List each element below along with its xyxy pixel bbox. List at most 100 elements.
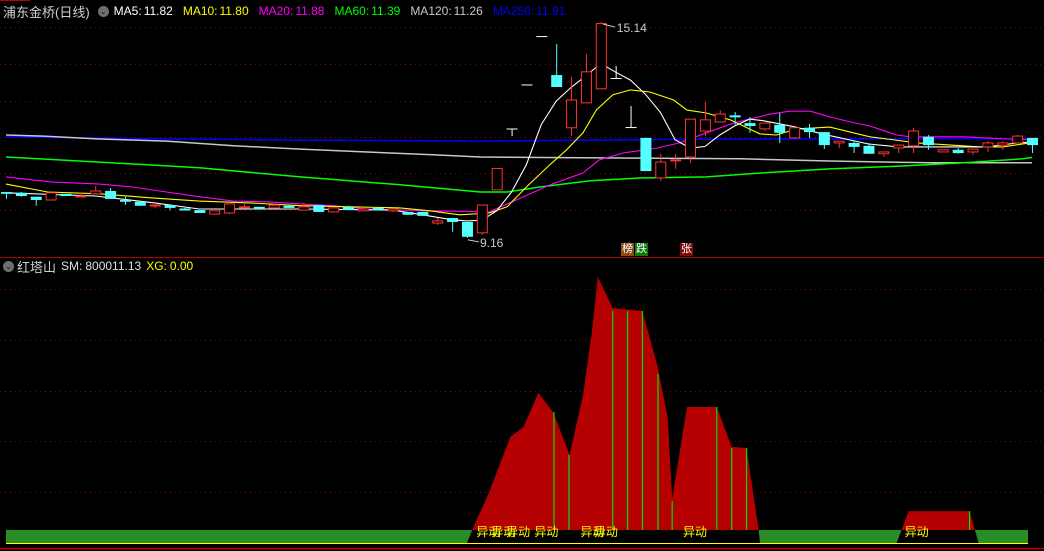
candle-body (194, 210, 206, 213)
candle (566, 76, 578, 137)
candle (357, 208, 369, 212)
candle (134, 201, 146, 206)
candle-body (685, 118, 697, 158)
ma-legend-item: MA5: 11.82 (114, 4, 178, 18)
ma-legend-item: MA120: 11.26 (410, 4, 488, 18)
candle (789, 127, 801, 139)
candle-body (15, 192, 27, 196)
stock-title: 浦东金桥(日线) (3, 4, 90, 20)
ma-value: 11.80 (219, 4, 249, 18)
candle (432, 218, 444, 225)
candle (45, 192, 57, 201)
candle (461, 221, 473, 238)
candle-body (1, 192, 12, 194)
candle-body (209, 210, 221, 215)
candle (417, 211, 429, 216)
candle (90, 185, 102, 195)
candle (937, 149, 949, 153)
candle (1012, 134, 1024, 144)
high-price-label: 15.14 (617, 21, 647, 35)
candle (803, 123, 815, 138)
ma-legend-item: MA10: 11.80 (183, 4, 254, 18)
candle (60, 193, 72, 196)
ma-label: MA5: (113, 4, 142, 18)
candle (997, 141, 1009, 150)
tag-bang[interactable]: 榜 (621, 243, 634, 256)
ma-label: MA250: (492, 4, 535, 18)
candle (402, 211, 414, 215)
xg-label: XG: 0.00 (146, 259, 198, 273)
tag-zhang[interactable]: 张 (680, 243, 693, 256)
candle-body (566, 99, 578, 129)
candle (253, 206, 265, 209)
candle (105, 188, 117, 199)
candle-body (387, 208, 399, 212)
anomaly-label: 异动 (506, 525, 530, 539)
candle-body (922, 136, 934, 146)
candle (476, 204, 488, 235)
candle (119, 196, 131, 206)
candle-body (134, 201, 146, 206)
candle-body (268, 204, 280, 209)
candle (328, 207, 340, 213)
indicator-header: ⌄ 红塔山 SM: 800011.13 XG: 0.00 (0, 258, 203, 275)
candle (447, 218, 459, 232)
candle-body (997, 142, 1009, 146)
candle-body (967, 148, 979, 153)
candle-body (328, 207, 340, 213)
candle-body (640, 137, 652, 172)
ma-value: 11.26 (453, 4, 483, 18)
candle-body (952, 149, 964, 154)
candle-body (491, 168, 503, 191)
candle-body (224, 203, 236, 214)
candle-body (848, 142, 860, 147)
candle (387, 208, 399, 212)
candle (952, 147, 964, 154)
sm-label-text: SM: (61, 259, 83, 273)
candle (238, 203, 250, 209)
ma-legend-item: MA20: 11.88 (259, 4, 330, 18)
candle-body (551, 75, 563, 87)
candle (580, 53, 592, 104)
candle (1, 192, 12, 199)
candle (699, 102, 711, 137)
candle (506, 128, 518, 137)
candle (491, 168, 503, 191)
candle-body (253, 206, 265, 209)
candle-body (878, 151, 890, 155)
candle-body (803, 127, 815, 133)
candle-body (476, 204, 488, 234)
anomaly-label: 异动 (683, 525, 707, 539)
candle-body (105, 190, 117, 199)
candle (209, 210, 221, 215)
candle-body (1027, 137, 1039, 146)
candle (30, 196, 42, 206)
chevron-down-icon[interactable]: ⌄ (97, 5, 109, 17)
candle-body (164, 205, 176, 208)
candle (224, 203, 236, 215)
candle-body (461, 221, 473, 237)
kline-chart[interactable]: 15.14 9.16 (0, 0, 1044, 258)
ma-label: MA20: (258, 4, 294, 18)
candle (893, 144, 905, 154)
tag-die[interactable]: 跌 (635, 243, 648, 256)
candle-body (595, 22, 607, 90)
candle (595, 22, 607, 90)
anomaly-label: 异动 (905, 525, 929, 539)
chevron-down-icon[interactable]: ⌄ (3, 260, 14, 272)
sm-area (467, 276, 760, 543)
candle-body (357, 208, 369, 212)
ma-line-ma10 (5, 89, 1033, 216)
candle (640, 137, 652, 172)
indicator-chart[interactable]: 异动异动异动 异动 异动异动 异动 异动 (0, 258, 1044, 551)
xg-label-text: XG: (146, 259, 167, 273)
candle (729, 111, 741, 125)
ma-legend-item: MA250: 11.91 (493, 4, 571, 18)
candle-body (432, 220, 444, 224)
anomaly-label: 异动 (594, 525, 618, 539)
candle-body (937, 149, 949, 153)
candle (536, 36, 548, 38)
candle (967, 148, 979, 155)
candle-body (818, 132, 830, 146)
ma-legend-item: MA60: 11.39 (334, 4, 405, 18)
